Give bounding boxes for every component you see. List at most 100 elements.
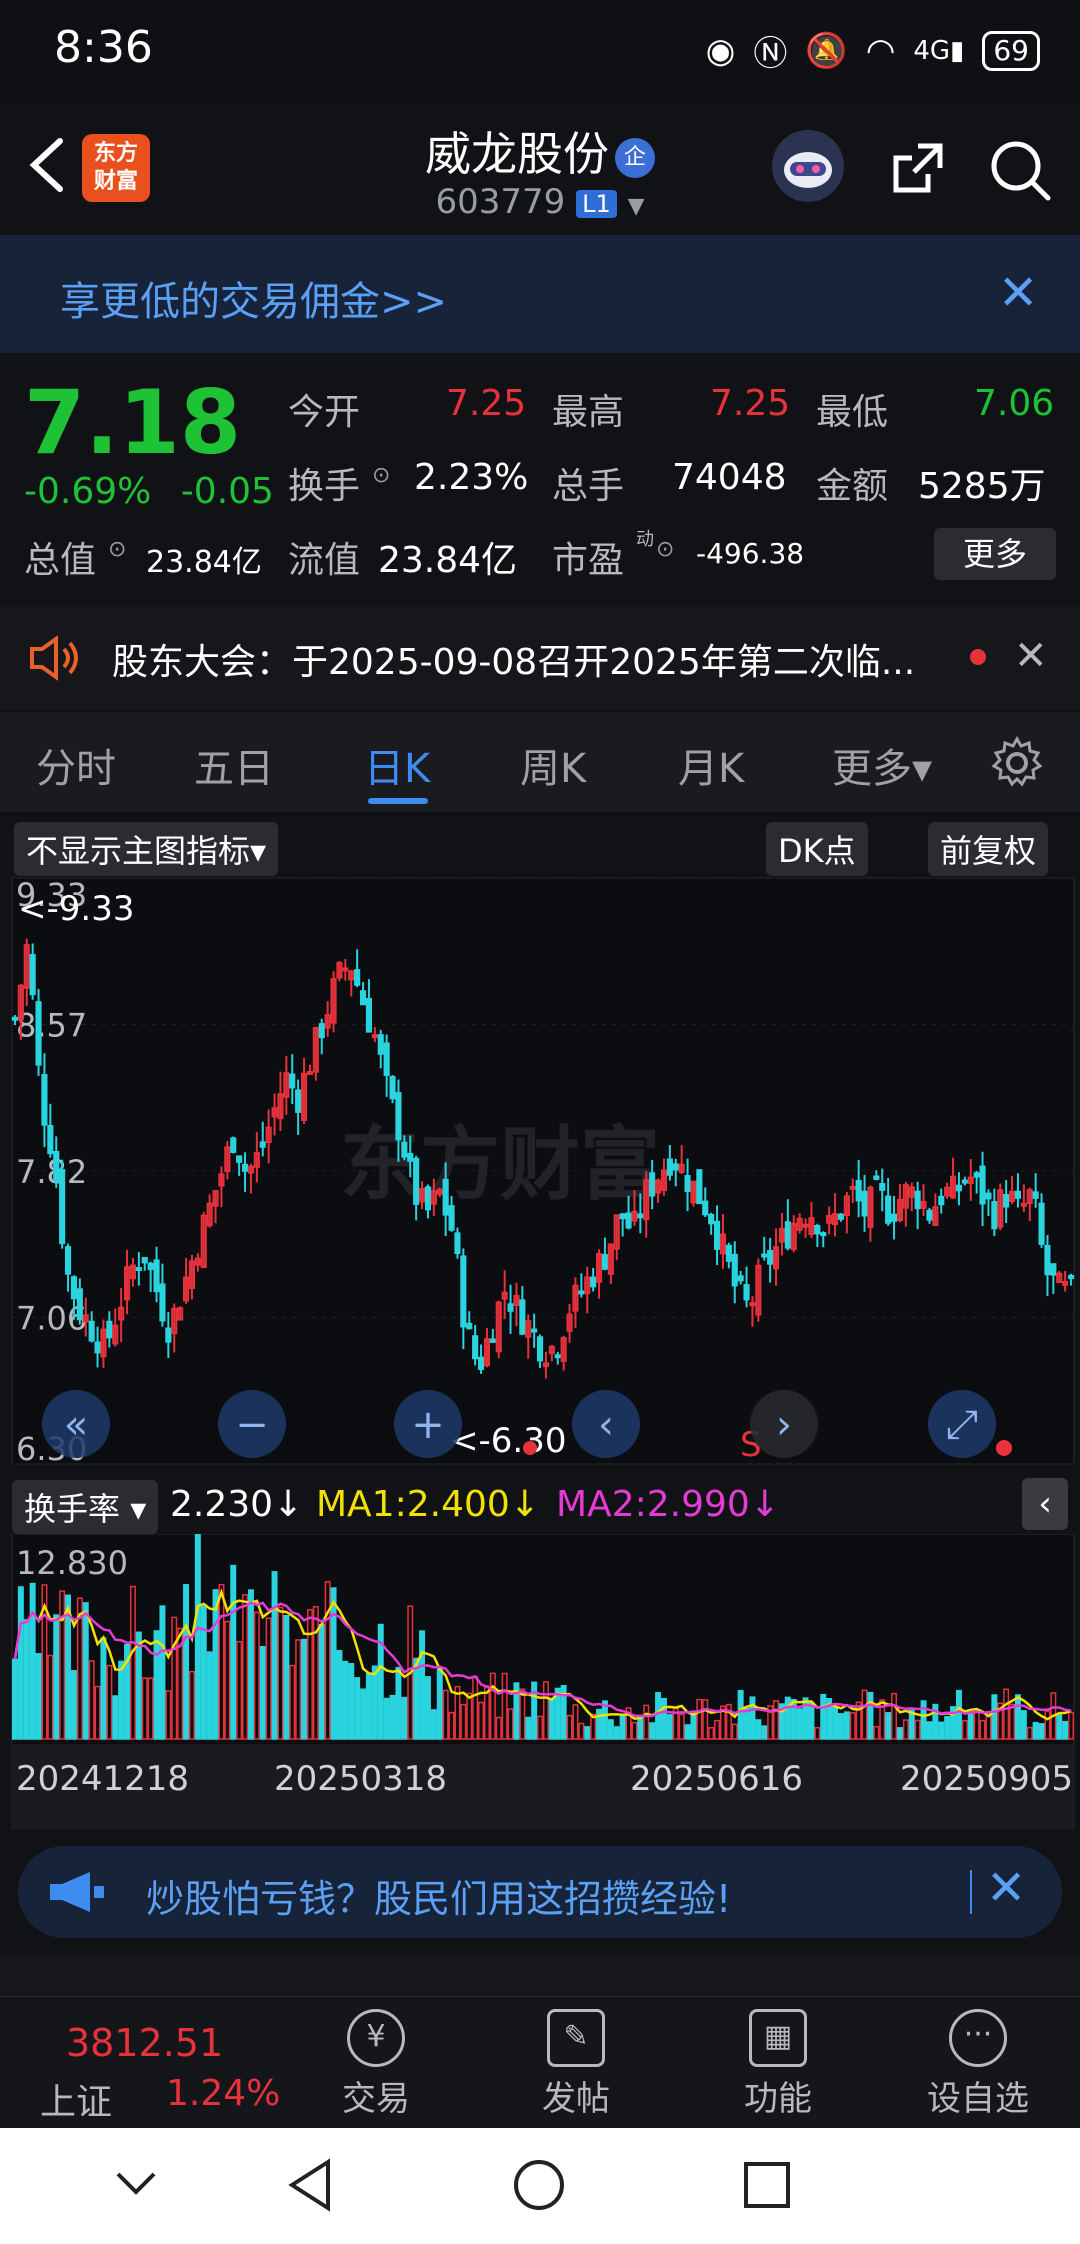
- chevron-down-icon[interactable]: [112, 2166, 160, 2202]
- candle-body: [153, 1259, 160, 1293]
- tab-weekly-k[interactable]: 周K: [520, 736, 586, 794]
- float-label: 流值: [288, 540, 361, 581]
- candle-body: [861, 1190, 868, 1217]
- volume-indicator-bar: 换手率 ▾ 2.230↓ MA1:2.400↓ MA2:2.990↓ ‹: [0, 1472, 1080, 1534]
- turnover-bar: [755, 1719, 762, 1740]
- turnover-bar: [194, 1534, 201, 1740]
- y-tick-label: 7.82: [16, 1153, 87, 1191]
- turnover-bar: [271, 1571, 278, 1740]
- turnover-bar: [82, 1602, 89, 1740]
- candle-body: [961, 1179, 968, 1184]
- candle-body: [472, 1335, 479, 1360]
- turnover-chart[interactable]: 12.830 20241218 20250318 20250616 20250905: [0, 1534, 1080, 1830]
- turnover-bar: [666, 1714, 673, 1740]
- candle-body: [236, 1155, 243, 1163]
- candle-body: [70, 1276, 78, 1300]
- turnover-bar: [1062, 1720, 1069, 1740]
- candle-body: [926, 1209, 933, 1221]
- close-icon[interactable]: ✕: [1014, 633, 1048, 679]
- candle-body: [371, 1034, 378, 1039]
- news-tabs-strip: [0, 1956, 1080, 1996]
- ma1-value: MA1:2.400↓: [316, 1484, 540, 1525]
- turnover-bar: [1020, 1710, 1027, 1740]
- adjust-mode-button[interactable]: 前复权: [928, 822, 1049, 876]
- candle-body: [696, 1169, 703, 1205]
- pe-label: 市盈: [552, 540, 625, 581]
- candle-body: [29, 954, 36, 996]
- index-name[interactable]: 上证: [40, 2073, 112, 2125]
- turnover-current: 2.230↓: [170, 1484, 304, 1525]
- nav-trade[interactable]: ¥ 交易: [316, 2009, 436, 2120]
- index-pct[interactable]: 1.24%: [166, 2073, 280, 2114]
- close-icon[interactable]: ✕: [998, 265, 1038, 321]
- candle-body: [424, 1186, 432, 1211]
- tab-daily-k[interactable]: 日K: [364, 736, 430, 794]
- commission-promo-banner[interactable]: 享更低的交易佣金>> ✕: [0, 235, 1080, 353]
- notice-bar[interactable]: 股东大会：于2025-09-08召开2025年第二次临... ✕: [0, 605, 1080, 710]
- candle-body: [141, 1256, 148, 1264]
- main-indicator-select[interactable]: 不显示主图指标▾: [14, 822, 279, 876]
- turnover-bar: [867, 1691, 874, 1740]
- candle-body: [377, 1034, 384, 1055]
- turnover-bar: [212, 1589, 219, 1740]
- tab-five-day[interactable]: 五日: [194, 736, 274, 794]
- sub-indicator-select[interactable]: 换手率 ▾: [12, 1480, 159, 1534]
- turnover-bar: [737, 1689, 744, 1740]
- info-icon[interactable]: ⊙: [108, 537, 126, 562]
- info-icon[interactable]: ⊙: [656, 537, 674, 562]
- turnover-bar: [53, 1614, 60, 1740]
- candle-body: [259, 1141, 266, 1148]
- education-ad-banner[interactable]: 炒股怕亏钱？股民们用这招攒经验! ✕: [18, 1846, 1062, 1938]
- candle-body: [159, 1283, 166, 1322]
- turnover-bar: [365, 1673, 372, 1740]
- info-icon[interactable]: ⊙: [372, 463, 390, 488]
- high-value: 7.25: [710, 383, 791, 424]
- dk-point-button[interactable]: DK点: [766, 822, 868, 876]
- ad-text[interactable]: 炒股怕亏钱？股民们用这招攒经验!: [146, 1868, 731, 1923]
- candle-body: [938, 1195, 945, 1206]
- notice-text[interactable]: 股东大会：于2025-09-08召开2025年第二次临...: [112, 633, 915, 685]
- float-value: 23.84亿: [378, 540, 518, 581]
- y-tick-label: 8.57: [16, 1007, 87, 1045]
- turnover-bar: [336, 1649, 343, 1740]
- collapse-left-icon[interactable]: ‹: [1022, 1478, 1068, 1530]
- candle-body: [531, 1328, 538, 1333]
- candle-body: [383, 1042, 390, 1076]
- date-label: 20241218: [16, 1759, 189, 1799]
- nav-post[interactable]: ✎ 发帖: [516, 2009, 636, 2120]
- more-button[interactable]: 更多: [934, 528, 1056, 580]
- candle-body: [1067, 1274, 1075, 1280]
- candle-body: [554, 1354, 561, 1359]
- search-icon[interactable]: [988, 138, 1052, 202]
- candle-body: [873, 1175, 880, 1180]
- tab-monthly-k[interactable]: 月K: [678, 736, 744, 794]
- index-value[interactable]: 3812.51: [66, 2021, 223, 2065]
- nav-add-watchlist[interactable]: ··· 设自选: [918, 2009, 1038, 2120]
- candle-body: [837, 1213, 845, 1220]
- assistant-robot-icon[interactable]: [772, 130, 844, 202]
- turnover-bar: [230, 1564, 237, 1740]
- candlestick-chart[interactable]: 9.338.577.827.066.30东方财富<-9.33<-6.30 S« − +…: [0, 872, 1080, 1472]
- candle-body: [41, 1074, 48, 1126]
- turnover-bar: [637, 1716, 644, 1740]
- home-circle-icon[interactable]: [512, 2158, 566, 2212]
- tab-intraday[interactable]: 分时: [36, 736, 116, 794]
- promo-text[interactable]: 享更低的交易佣金>>: [60, 269, 447, 327]
- nav-functions[interactable]: ▦ 功能: [718, 2009, 838, 2120]
- tab-more[interactable]: 更多▾: [832, 736, 932, 794]
- turnover-max-label: 12.830: [16, 1544, 128, 1582]
- recents-square-icon[interactable]: [742, 2160, 792, 2210]
- candle-body: [395, 1092, 402, 1141]
- candle-body: [536, 1336, 544, 1362]
- signal-dot: [996, 1440, 1012, 1456]
- close-icon[interactable]: ✕: [986, 1860, 1026, 1916]
- turnover-bar: [991, 1694, 998, 1740]
- back-triangle-icon[interactable]: [284, 2158, 336, 2212]
- candle-body: [737, 1275, 744, 1282]
- turnover-bar: [318, 1623, 325, 1740]
- turnover-bar: [11, 1658, 18, 1740]
- gear-icon[interactable]: [990, 736, 1044, 790]
- share-icon[interactable]: [888, 138, 948, 198]
- enterprise-badge: 企: [615, 137, 655, 178]
- turnover-bar: [660, 1697, 667, 1740]
